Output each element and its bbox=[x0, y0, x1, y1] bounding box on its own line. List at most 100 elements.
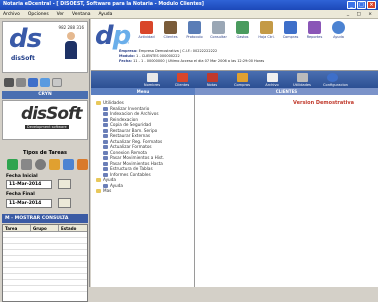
tool-icon bbox=[103, 139, 108, 144]
tipos-label: Tipos de Tareas bbox=[23, 150, 67, 156]
configuracion-icon bbox=[326, 72, 338, 82]
mostrar-consulta-button[interactable]: M - MOSTRAR CONSULTA bbox=[2, 214, 88, 223]
module-navbar: Nombres Clientes Notas Compras Archivo U… bbox=[91, 71, 378, 88]
tab-menu[interactable]: Menu bbox=[91, 88, 195, 95]
close-button[interactable]: × bbox=[367, 1, 376, 9]
phone-number: 982 288 316 bbox=[58, 25, 84, 30]
compras-icon bbox=[284, 21, 297, 34]
nav-notas[interactable]: Notas bbox=[203, 72, 221, 87]
tool-protocolo[interactable]: Protocolo bbox=[184, 21, 205, 39]
menu-tree: Utilidades Realizar Inventario Indexacio… bbox=[91, 95, 195, 287]
clientes-icon bbox=[164, 21, 177, 34]
folder-icon bbox=[96, 101, 101, 105]
dp-logo: dp bbox=[95, 21, 131, 51]
left-panel: ds disSoft 982 288 316 CRYN disSoft Deve… bbox=[0, 19, 90, 302]
tool-hoja-ctrl[interactable]: Hoja Ctrl. bbox=[256, 21, 277, 39]
ds-brand-box: ds disSoft 982 288 316 bbox=[2, 21, 88, 73]
tool-icon bbox=[103, 161, 108, 166]
start-date-picker-button[interactable] bbox=[58, 179, 71, 189]
folder-icon bbox=[96, 178, 101, 182]
ds-logo: ds bbox=[9, 24, 42, 54]
grid-header-tarea[interactable]: Tarea bbox=[3, 225, 31, 231]
section-header: CRYN bbox=[2, 91, 88, 99]
end-date-picker-button[interactable] bbox=[58, 198, 71, 208]
tasks-grid: Tarea Grupo Estado bbox=[2, 224, 88, 302]
mail-task-icon[interactable] bbox=[49, 159, 60, 170]
grid-header-estado[interactable]: Estado bbox=[59, 225, 87, 231]
demo-version-label: Version Demostrativa bbox=[293, 100, 355, 106]
tool-actividad[interactable]: Actividad bbox=[136, 21, 157, 39]
archivo-icon bbox=[266, 72, 278, 82]
consultar-icon bbox=[212, 21, 225, 34]
tool-icon bbox=[103, 183, 108, 188]
mdi-controls[interactable]: _ □ × bbox=[347, 10, 375, 19]
menubar: Archivo Opciones Ver Ventana Ayuda _ □ × bbox=[0, 10, 378, 19]
chat-task-icon[interactable] bbox=[63, 159, 74, 170]
tab-clientes[interactable]: CLIENTES bbox=[195, 88, 378, 95]
tool-clientes[interactable]: Clientes bbox=[160, 21, 181, 39]
folder-icon bbox=[96, 189, 101, 193]
nombres-icon bbox=[146, 72, 158, 82]
nav-configuracion[interactable]: Configuracion bbox=[323, 72, 348, 87]
at-task-icon[interactable] bbox=[35, 159, 46, 170]
nav-nombres[interactable]: Nombres bbox=[143, 72, 161, 87]
sub-tabs: Menu CLIENTES bbox=[91, 88, 378, 95]
content-area: Version Demostrativa bbox=[195, 95, 378, 287]
tool-icon bbox=[103, 145, 108, 149]
folder-task-icon[interactable] bbox=[77, 159, 88, 170]
grid-header-grupo[interactable]: Grupo bbox=[31, 225, 59, 231]
nav-clientes[interactable]: Clientes bbox=[173, 72, 191, 87]
nav-archivo[interactable]: Archivo bbox=[263, 72, 281, 87]
menu-ver[interactable]: Ver bbox=[57, 10, 64, 18]
tree-item-mas[interactable]: Mas bbox=[91, 188, 194, 194]
notas-icon bbox=[206, 72, 218, 82]
menu-archivo[interactable]: Archivo bbox=[3, 10, 20, 18]
tipos-icons bbox=[7, 159, 88, 170]
nav-compras[interactable]: Compras bbox=[233, 72, 251, 87]
reportes-icon bbox=[308, 21, 321, 34]
tool-icon bbox=[103, 106, 108, 111]
document-icon[interactable] bbox=[52, 78, 62, 87]
header-area: dp disSoft Actividad Clientes Protocolo … bbox=[91, 19, 378, 71]
utilidades-icon bbox=[296, 72, 308, 82]
actividad-icon bbox=[140, 21, 153, 34]
clientes-nav-icon bbox=[176, 72, 188, 82]
end-date-label: Fecha Final bbox=[6, 192, 35, 197]
help-icon bbox=[332, 21, 345, 34]
ds-logo-subtitle: disSoft bbox=[11, 55, 35, 62]
tool-gastos[interactable]: Gastos bbox=[232, 21, 253, 39]
tool-icon bbox=[103, 128, 108, 133]
tool-ayuda[interactable]: Ayuda bbox=[328, 21, 349, 39]
camera-icon[interactable] bbox=[16, 78, 26, 87]
session-info: Empresa: Empresa Demostrativa | C.I.F.: … bbox=[119, 49, 265, 63]
tool-consultar[interactable]: Consultar bbox=[208, 21, 229, 39]
quick-icons bbox=[4, 78, 62, 87]
menu-ventana[interactable]: Ventana bbox=[72, 10, 90, 18]
user-avatar bbox=[65, 32, 77, 60]
menu-opciones[interactable]: Opciones bbox=[28, 10, 49, 18]
tool-icon bbox=[103, 112, 108, 116]
dissoft-logo: disSoft bbox=[21, 104, 83, 124]
tool-reportes[interactable]: Reportes bbox=[304, 21, 325, 39]
tool-compras[interactable]: Compras bbox=[280, 21, 301, 39]
dissoft-logo-box: disSoft Development software bbox=[2, 100, 88, 140]
main-toolbar: Actividad Clientes Protocolo Consultar G… bbox=[136, 21, 349, 39]
tool-icon bbox=[103, 123, 108, 127]
start-date-field[interactable]: 11-Mar-2014 bbox=[6, 180, 52, 189]
menu-ayuda[interactable]: Ayuda bbox=[99, 10, 113, 18]
protocolo-icon bbox=[188, 21, 201, 34]
window-icon[interactable] bbox=[40, 78, 50, 87]
dp-logo-subtitle: disSoft bbox=[117, 41, 129, 45]
minus-task-icon[interactable] bbox=[21, 159, 32, 170]
disc-icon[interactable] bbox=[4, 78, 14, 87]
maximize-button[interactable]: □ bbox=[357, 1, 366, 9]
phone-task-icon[interactable] bbox=[7, 159, 18, 170]
hoja-ctrl-icon bbox=[260, 21, 273, 34]
gastos-icon bbox=[236, 21, 249, 34]
dissoft-tagline: Development software bbox=[25, 125, 69, 129]
end-date-field[interactable]: 11-Mar-2014 bbox=[6, 199, 52, 208]
screen-icon[interactable] bbox=[28, 78, 38, 87]
nav-utilidades[interactable]: Utilidades bbox=[293, 72, 311, 87]
minimize-button[interactable]: _ bbox=[347, 1, 356, 9]
tool-icon bbox=[103, 150, 108, 155]
